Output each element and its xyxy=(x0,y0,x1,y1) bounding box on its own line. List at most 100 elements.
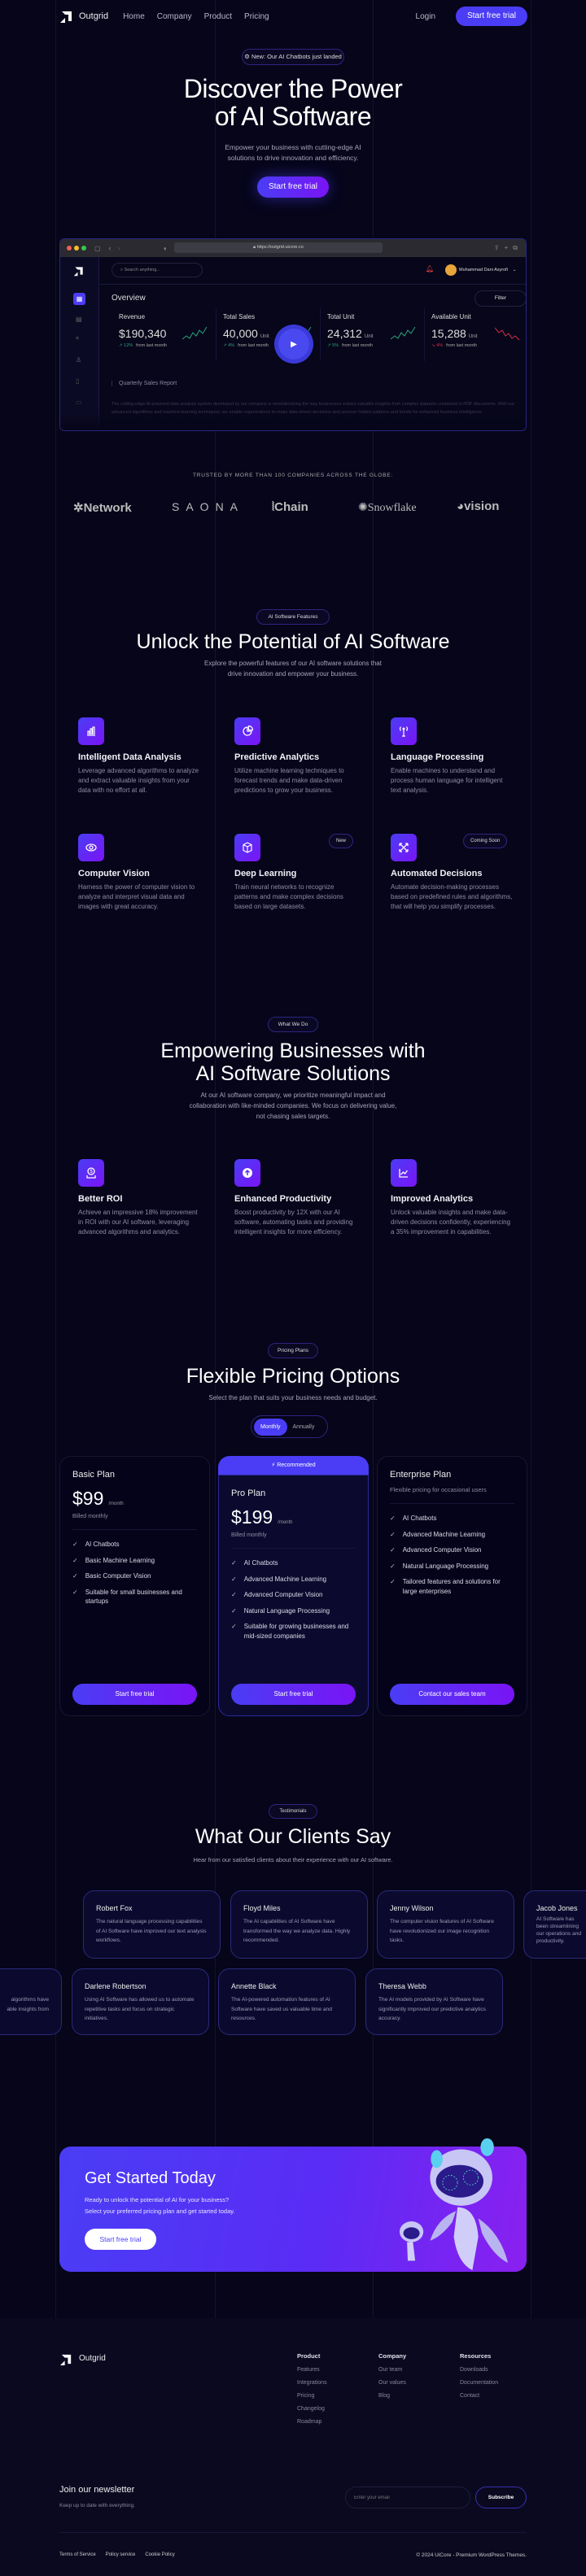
testimonial-name: Theresa Webb xyxy=(378,1982,426,1990)
plan-feature-text: AI Chatbots xyxy=(85,1541,120,1548)
minimize-dot[interactable] xyxy=(74,246,79,251)
check-icon: ✓ xyxy=(231,1623,237,1630)
cookie-link[interactable]: Cookie Policy xyxy=(145,2552,174,2557)
plan-feature-text: Basic Machine Learning xyxy=(85,1556,155,1564)
testimonial-card[interactable]: Annette Black The AI-powered automation f… xyxy=(218,1968,356,2035)
footer-link[interactable]: Our team xyxy=(378,2367,406,2373)
plan-cta-button[interactable]: Start free trial xyxy=(231,1684,356,1705)
testimonial-card[interactable]: Floyd Miles The AI capabilities of AI Sof… xyxy=(230,1890,368,1959)
play-video-button[interactable]: ▶ xyxy=(274,325,313,364)
toggle-monthly[interactable]: Monthly xyxy=(254,1418,287,1436)
testimonial-card[interactable]: Theresa Webb The AI models provided by AI… xyxy=(365,1968,503,2035)
footer-link[interactable]: Pricing xyxy=(297,2393,327,2399)
nav-start-trial-button[interactable]: Start free trial xyxy=(456,7,527,26)
sidebar-doc-icon[interactable]: ▯ xyxy=(76,377,79,385)
maximize-dot[interactable] xyxy=(81,246,86,251)
features-subtitle: Explore the powerful features of our AI … xyxy=(0,658,586,679)
feature-desc: Utilize machine learning techniques to f… xyxy=(234,767,344,794)
nav-home[interactable]: Home xyxy=(123,12,145,21)
user-menu[interactable]: Muhammad Dani Asyrofi ⌄ xyxy=(445,264,517,276)
plan-name: Basic Plan xyxy=(72,1470,115,1480)
nav-product[interactable]: Product xyxy=(204,12,232,21)
pricing-card-body: Enterprise Plan Flexible pricing for occa… xyxy=(390,1470,514,1602)
testimonial-text: AI Software has been streamlining our op… xyxy=(536,1916,581,1944)
testimonial-card[interactable]: Darlene Robertson Using AI Software has a… xyxy=(72,1968,209,2035)
feature-title: Computer Vision xyxy=(78,869,150,878)
browser-actions-icons[interactable]: ⇪+⧉ xyxy=(494,244,523,252)
testimonial-text: The natural language processing capabili… xyxy=(96,1919,207,1943)
hero-start-trial-button[interactable]: Start free trial xyxy=(257,177,329,198)
plan-cta-button[interactable]: Contact our sales team xyxy=(390,1684,514,1705)
footer-link[interactable]: Blog xyxy=(378,2393,406,2399)
testimonial-text: The AI-powered automation features of AI… xyxy=(231,1997,332,2021)
feature-desc: Harness the power of computer vision to … xyxy=(78,883,195,910)
back-icon[interactable]: ‹ xyxy=(109,244,112,252)
plan-feature: ✓ Advanced Computer Vision xyxy=(231,1590,356,1600)
footer-link[interactable]: Downloads xyxy=(460,2367,498,2373)
terms-link[interactable]: Terms of Service xyxy=(59,2552,96,2557)
card-divider xyxy=(320,308,321,361)
stat-title: Available Unit xyxy=(431,313,471,320)
url-bar[interactable]: 🔒︎ https://outgrid.uicore.co xyxy=(174,242,383,253)
check-icon: ✓ xyxy=(390,1530,396,1538)
login-link[interactable]: Login xyxy=(416,12,435,21)
close-dot[interactable] xyxy=(67,246,72,251)
testimonial-card[interactable]: Jenny Wilson The computer vision features… xyxy=(377,1890,514,1959)
dashboard-search-input[interactable]: ⌕ Search anything... xyxy=(112,263,203,277)
testimonial-text: The computer vision features of AI Softw… xyxy=(390,1919,494,1943)
antenna-icon xyxy=(391,717,417,745)
plan-feature: ✓ AI Chatbots xyxy=(390,1514,514,1523)
sidebar-code-icon[interactable]: ⌗ xyxy=(76,336,79,342)
bell-icon[interactable]: 🔔︎ xyxy=(426,265,434,272)
plan-feature-text: AI Chatbots xyxy=(243,1559,278,1567)
footer-link[interactable]: Features xyxy=(297,2367,327,2373)
price-row: $99/month xyxy=(72,1488,197,1510)
logo-icon[interactable] xyxy=(59,9,74,24)
grid-icon[interactable]: ▦ xyxy=(73,293,85,305)
logo-icon[interactable] xyxy=(73,265,85,277)
footer-brand: Outgrid xyxy=(79,2354,106,2363)
feature-title: Language Processing xyxy=(391,752,484,762)
footer-link[interactable]: Changelog xyxy=(297,2406,327,2412)
pricing-badge: Pricing Plans xyxy=(268,1343,318,1358)
sidebar-toggle-icon[interactable]: ▢ xyxy=(94,245,101,252)
footer-link[interactable]: Documentation xyxy=(460,2380,498,2386)
hero-badge[interactable]: ⚙ New: Our AI Chatbots just landed xyxy=(242,49,344,65)
plan-name: Enterprise Plan xyxy=(390,1470,452,1480)
hero-title-line: of AI Software xyxy=(214,102,372,131)
nav-company[interactable]: Company xyxy=(157,12,192,21)
stat-change: ↘ 4% xyxy=(431,343,444,348)
testimonial-card[interactable]: Robert Fox The natural language processin… xyxy=(83,1890,221,1959)
divider xyxy=(231,1548,356,1549)
testimonial-text: The AI models provided by AI Software ha… xyxy=(378,1997,486,2021)
nav-pricing[interactable]: Pricing xyxy=(244,12,269,21)
plan-name: Pro Plan xyxy=(231,1489,266,1498)
stat-change: ↗ 4% xyxy=(223,343,235,348)
sidebar-chat-icon[interactable]: ▭ xyxy=(76,399,82,406)
footer-link[interactable]: Integrations xyxy=(297,2380,327,2386)
plan-cta-button[interactable]: Start free trial xyxy=(72,1684,197,1705)
footer-link[interactable]: Our values xyxy=(378,2380,406,2386)
stat-unit: Unit xyxy=(260,334,269,339)
logo-icon[interactable] xyxy=(59,2352,73,2366)
sidebar-report-icon[interactable]: ▤ xyxy=(76,316,82,323)
testimonial-card[interactable]: Jacob Jones AI Software has been streamli… xyxy=(523,1890,586,1959)
cta-start-trial-button[interactable]: Start free trial xyxy=(85,2229,156,2250)
newsletter-email-input[interactable] xyxy=(345,2487,470,2508)
toggle-annually[interactable]: Annually xyxy=(287,1424,321,1430)
testimonial-card[interactable]: algorithms have able insights from xyxy=(0,1968,62,2035)
divider xyxy=(99,284,526,285)
chevron-down-icon: ⌄ xyxy=(512,268,517,272)
policy-link[interactable]: Policy service xyxy=(106,2552,136,2557)
subscribe-button[interactable]: Subscribe xyxy=(475,2487,527,2508)
footer-link[interactable]: Roadmap xyxy=(297,2419,327,2425)
plan-note: Billed monthly xyxy=(72,1514,108,1519)
sidebar-user-icon[interactable]: ♙ xyxy=(76,356,81,364)
stat-card: Total Unit 24,312 Unit ↗ 5% from last month xyxy=(327,313,425,348)
stat-value: 40,000 xyxy=(223,327,258,340)
filter-button[interactable]: Filter xyxy=(474,290,526,307)
footer-link[interactable]: Contact xyxy=(460,2393,498,2399)
feature-title: Automated Decisions xyxy=(391,869,483,878)
forward-icon[interactable]: › xyxy=(118,244,120,252)
cta-title: Get Started Today xyxy=(85,2169,216,2187)
